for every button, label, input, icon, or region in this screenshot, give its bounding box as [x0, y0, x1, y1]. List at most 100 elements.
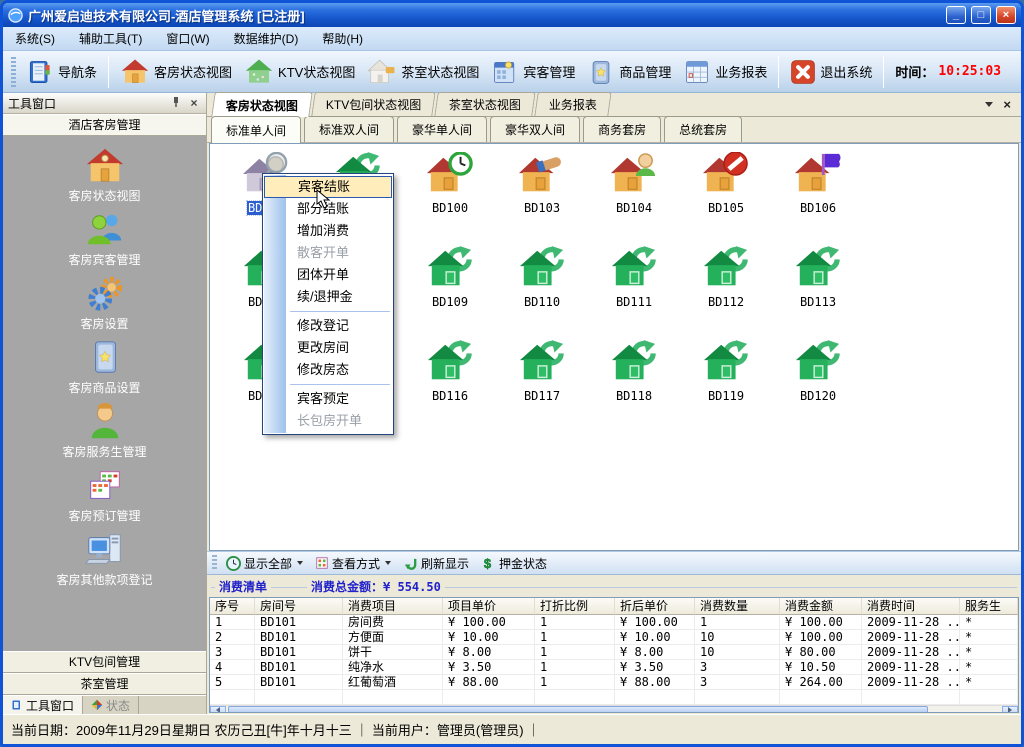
sidebar-item-reservation-management[interactable]: 客房预订管理 — [3, 460, 206, 524]
view-mode-button[interactable]: 查看方式 — [309, 554, 397, 573]
col-header-quantity[interactable]: 消费数量 — [695, 598, 780, 615]
room-bd109[interactable]: BD109 — [404, 244, 496, 338]
menu-system[interactable]: 系统(S) — [3, 27, 67, 50]
sidebar-bottom-tabs: 工具窗口 状态 — [3, 695, 206, 714]
table-header-row: 序号 房间号 消费项目 项目单价 打折比例 折后单价 消费数量 消费金额 消费时… — [210, 598, 1018, 615]
room-status-view-label: 客房状态视图 — [154, 62, 232, 81]
menu-item-change-status[interactable]: 修改房态 — [264, 359, 392, 381]
room-bd100[interactable]: BD100 — [404, 150, 496, 244]
sidebar-item-room-status-view[interactable]: 客房状态视图 — [3, 140, 206, 204]
menu-item-change-room[interactable]: 更改房间 — [264, 337, 392, 359]
section-ktv-management[interactable]: KTV包间管理 — [3, 651, 206, 673]
tea-house-icon — [367, 57, 397, 87]
table-row[interactable]: 2BD101 方便面¥ 10.00 1¥ 10.00 10¥ 100.00 20… — [210, 630, 1018, 645]
menu-aux-tools[interactable]: 辅助工具(T) — [67, 27, 154, 50]
col-header-amount[interactable]: 消费金额 — [780, 598, 862, 615]
room-bd113[interactable]: BD113 — [772, 244, 864, 338]
room-status-view-button[interactable]: 客房状态视图 — [114, 55, 238, 89]
toolbar-grip — [11, 57, 16, 87]
table-row[interactable]: 1BD101 房间费¥ 100.00 1¥ 100.00 1¥ 100.00 2… — [210, 615, 1018, 630]
col-header-waiter[interactable]: 服务生 — [960, 598, 1018, 615]
sidebar-item-waiter-management[interactable]: 客房服务生管理 — [3, 396, 206, 460]
guest-management-button[interactable]: 宾客管理 — [485, 56, 581, 88]
room-bd117[interactable]: BD117 — [496, 338, 588, 432]
col-header-item[interactable]: 消费项目 — [343, 598, 443, 615]
room-bd106[interactable]: BD106 — [772, 150, 864, 244]
room-vacant-icon — [519, 340, 565, 386]
doc-tab-ktv-status[interactable]: KTV包间状态视图 — [311, 92, 436, 116]
scroll-right-arrow[interactable] — [1002, 706, 1018, 713]
room-bd105[interactable]: BD105 — [680, 150, 772, 244]
refresh-button[interactable]: 刷新显示 — [397, 554, 475, 573]
menu-item-deposit[interactable]: 续/退押金 — [264, 286, 392, 308]
menu-item-guest-reserve[interactable]: 宾客预定 — [264, 388, 392, 410]
table-row[interactable]: 3BD101 饼干¥ 8.00 1¥ 8.00 10¥ 80.00 2009-1… — [210, 645, 1018, 660]
nav-bar-button[interactable]: 导航条 — [20, 56, 103, 88]
show-all-button[interactable]: 显示全部 — [220, 554, 309, 573]
room-bd119[interactable]: BD119 — [680, 338, 772, 432]
sidebar-item-guest-management[interactable]: 客房宾客管理 — [3, 204, 206, 268]
room-bd118[interactable]: BD118 — [588, 338, 680, 432]
table-row[interactable]: 4BD101 纯净水¥ 3.50 1¥ 3.50 3¥ 10.50 2009-1… — [210, 660, 1018, 675]
ktv-status-view-button[interactable]: KTV状态视图 — [238, 55, 361, 89]
roomtype-tab-business-suite[interactable]: 商务套房 — [583, 116, 661, 142]
section-tea-management[interactable]: 茶室管理 — [3, 673, 206, 695]
business-report-button[interactable]: 业务报表 — [677, 56, 773, 88]
col-header-index[interactable]: 序号 — [210, 598, 255, 615]
roomtype-tab-deluxe-double[interactable]: 豪华双人间 — [490, 116, 580, 142]
doc-tab-report[interactable]: 业务报表 — [535, 92, 612, 116]
table-row[interactable]: 5BD101 红葡萄酒¥ 88.00 1¥ 88.00 3¥ 264.00 20… — [210, 675, 1018, 690]
sidebar-close-icon[interactable]: × — [187, 96, 201, 110]
table-horizontal-scrollbar[interactable] — [210, 705, 1018, 713]
tab-close-icon[interactable]: × — [1003, 97, 1011, 112]
menu-item-group-open[interactable]: 团体开单 — [264, 264, 392, 286]
scrollbar-track[interactable] — [226, 706, 1002, 713]
scrollbar-thumb[interactable] — [228, 706, 928, 713]
room-bd116[interactable]: BD116 — [404, 338, 496, 432]
room-bd103[interactable]: BD103 — [496, 150, 588, 244]
roomtype-tab-standard-double[interactable]: 标准双人间 — [304, 116, 394, 142]
total-label: 消费总金额： — [311, 580, 383, 594]
house-icon — [85, 146, 125, 186]
room-bd110[interactable]: BD110 — [496, 244, 588, 338]
tea-status-view-button[interactable]: 茶室状态视图 — [361, 55, 485, 89]
app-window: 广州爱启迪技术有限公司-酒店管理系统 [已注册] _ □ × 系统(S) 辅助工… — [0, 0, 1024, 747]
deposit-status-button[interactable]: $ 押金状态 — [475, 554, 553, 573]
room-bd111[interactable]: BD111 — [588, 244, 680, 338]
room-bd104[interactable]: BD104 — [588, 150, 680, 244]
roomtype-tab-standard-single[interactable]: 标准单人间 — [211, 116, 301, 143]
col-header-unit-price[interactable]: 项目单价 — [443, 598, 535, 615]
sidebar-item-other-payments[interactable]: 客房其他款项登记 — [3, 524, 206, 588]
menu-data-maintenance[interactable]: 数据维护(D) — [222, 27, 311, 50]
close-button[interactable]: × — [996, 6, 1016, 24]
tab-status[interactable]: 状态 — [83, 696, 139, 714]
col-header-discounted-price[interactable]: 折后单价 — [615, 598, 695, 615]
doc-tab-tea-status[interactable]: 茶室状态视图 — [435, 92, 536, 116]
menu-help[interactable]: 帮助(H) — [310, 27, 375, 50]
col-header-discount[interactable]: 打折比例 — [535, 598, 615, 615]
pin-icon[interactable] — [169, 96, 183, 111]
exit-system-button[interactable]: 退出系统 — [784, 57, 878, 87]
doc-tab-room-status[interactable]: 客房状态视图 — [211, 92, 313, 117]
col-header-time[interactable]: 消费时间 — [862, 598, 960, 615]
room-management-group-header[interactable]: 酒店客房管理 — [3, 114, 206, 136]
sidebar-item-room-settings[interactable]: 客房设置 — [3, 268, 206, 332]
menu-item-edit-registration[interactable]: 修改登记 — [264, 315, 392, 337]
menu-separator — [290, 384, 390, 385]
room-bd112[interactable]: BD112 — [680, 244, 772, 338]
minimize-button[interactable]: _ — [946, 6, 966, 24]
roomtype-tab-deluxe-single[interactable]: 豪华单人间 — [397, 116, 487, 142]
goods-management-button[interactable]: 商品管理 — [581, 56, 677, 88]
tab-list-dropdown-icon[interactable] — [985, 102, 993, 107]
menu-item-add-consumption[interactable]: 增加消费 — [264, 220, 392, 242]
tab-tool-window[interactable]: 工具窗口 — [3, 696, 83, 714]
sidebar-item-room-goods-settings[interactable]: 客房商品设置 — [3, 332, 206, 396]
room-vacant-icon — [795, 340, 841, 386]
scroll-left-arrow[interactable] — [210, 706, 226, 713]
menu-window[interactable]: 窗口(W) — [154, 27, 221, 50]
report-calendar-icon — [683, 58, 711, 86]
room-bd120[interactable]: BD120 — [772, 338, 864, 432]
maximize-button[interactable]: □ — [971, 6, 991, 24]
roomtype-tab-president-suite[interactable]: 总统套房 — [664, 116, 742, 142]
col-header-room[interactable]: 房间号 — [255, 598, 343, 615]
